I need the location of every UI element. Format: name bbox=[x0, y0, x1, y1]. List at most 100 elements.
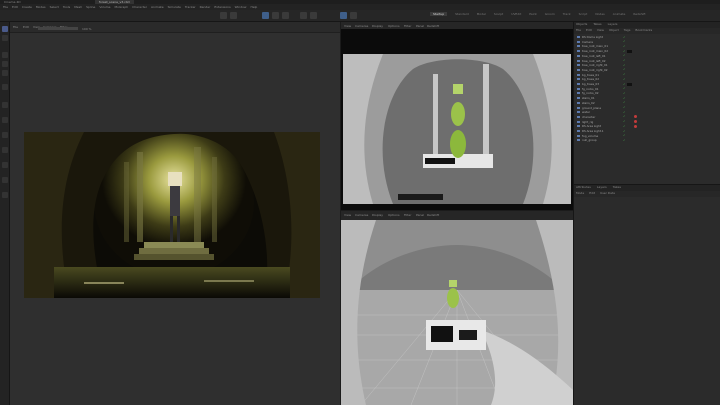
viewport-bottom[interactable]: View Cameras Display Options Filter Pane… bbox=[341, 211, 573, 405]
vp-bot-menu-cameras[interactable]: Cameras bbox=[355, 213, 368, 217]
object-row[interactable]: bg_trees_03 ✓ bbox=[576, 82, 719, 86]
menu-help[interactable]: Help bbox=[250, 5, 257, 9]
object-row[interactable]: null_group ✓ bbox=[576, 138, 719, 142]
visible-check-icon[interactable]: ✓ bbox=[623, 49, 626, 53]
rotate-icon[interactable] bbox=[282, 12, 289, 19]
visible-check-icon[interactable]: ✓ bbox=[623, 124, 626, 128]
layout-tab-model[interactable]: Model bbox=[477, 12, 486, 16]
render-menu-file[interactable]: File bbox=[13, 25, 18, 29]
menu-edit[interactable]: Edit bbox=[12, 5, 18, 9]
object-row[interactable]: tree_root_left_02 ✓ bbox=[576, 59, 719, 63]
menu-tracker[interactable]: Tracker bbox=[185, 5, 196, 9]
object-row[interactable]: Camera ✓ bbox=[576, 40, 719, 44]
texture-mode-icon[interactable] bbox=[2, 84, 8, 90]
vp-bot-menu-view[interactable]: View bbox=[344, 213, 351, 217]
visible-check-icon[interactable]: ✓ bbox=[623, 101, 626, 104]
select-icon[interactable] bbox=[2, 26, 8, 32]
visible-check-icon[interactable]: ✓ bbox=[623, 115, 626, 118]
menu-spline[interactable]: Spline bbox=[86, 5, 95, 9]
vp-top-menu-view[interactable]: View bbox=[344, 24, 351, 28]
vp-top-menu-redshift[interactable]: Redshift bbox=[427, 24, 439, 28]
menu-animate[interactable]: Animate bbox=[151, 5, 164, 9]
visible-check-icon[interactable]: ✓ bbox=[623, 106, 626, 109]
menu-select[interactable]: Select bbox=[50, 5, 59, 9]
vp-bot-menu-filter[interactable]: Filter bbox=[404, 213, 411, 217]
render-menu-edit[interactable]: Edit bbox=[23, 25, 29, 29]
undo-icon[interactable] bbox=[220, 12, 227, 19]
object-row[interactable]: stairs_01 ✓ bbox=[576, 96, 719, 100]
workplane-icon[interactable] bbox=[2, 132, 8, 138]
visible-check-icon[interactable]: ✓ bbox=[623, 96, 626, 100]
texture-tag-icon[interactable] bbox=[627, 82, 632, 86]
layout-tab-nodes[interactable]: Nodes bbox=[595, 12, 604, 16]
layout-tab-animate[interactable]: Animate bbox=[613, 12, 626, 16]
layout-tab-uvedit[interactable]: UVEdit bbox=[511, 12, 521, 16]
object-row[interactable]: fg_rocks_01 ✓ bbox=[576, 87, 719, 91]
object-row[interactable]: water ✓ bbox=[576, 110, 719, 114]
object-row[interactable]: RS Area Light ✓ bbox=[576, 124, 719, 128]
material-tag-icon[interactable] bbox=[634, 115, 637, 119]
om-menu-view[interactable]: View bbox=[597, 28, 604, 34]
visible-check-icon[interactable]: ✓ bbox=[623, 110, 626, 114]
visible-check-icon[interactable]: ✓ bbox=[623, 44, 626, 48]
object-row[interactable]: fg_rocks_02 ✓ bbox=[576, 91, 719, 95]
om-menu-object[interactable]: Object bbox=[609, 28, 619, 34]
visible-check-icon[interactable]: ✓ bbox=[623, 77, 626, 81]
am-menu-userdata[interactable]: User Data bbox=[600, 191, 615, 197]
menu-window[interactable]: Window bbox=[235, 5, 247, 9]
layout-tab-groom[interactable]: Groom bbox=[545, 12, 555, 16]
move-icon[interactable] bbox=[262, 12, 269, 19]
visible-check-icon[interactable]: ✓ bbox=[623, 68, 626, 71]
menu-character[interactable]: Character bbox=[132, 5, 147, 9]
menu-mesh[interactable]: Mesh bbox=[74, 5, 82, 9]
layout-tab-track[interactable]: Track bbox=[563, 12, 571, 16]
om-menu-tags[interactable]: Tags bbox=[624, 28, 631, 34]
points-mode-icon[interactable] bbox=[2, 52, 8, 58]
brush-icon[interactable] bbox=[2, 162, 8, 168]
visible-check-icon[interactable]: ✓ bbox=[623, 91, 626, 95]
live-select-icon[interactable] bbox=[2, 35, 8, 41]
vp-bot-menu-redshift[interactable]: Redshift bbox=[427, 213, 439, 217]
object-row[interactable]: light_rig ✓ bbox=[576, 120, 719, 124]
vp-bot-menu-panel[interactable]: Panel bbox=[416, 213, 424, 217]
object-row[interactable]: tree_root_right_02 ✓ bbox=[576, 68, 719, 72]
redo-icon[interactable] bbox=[230, 12, 237, 19]
vp-top-menu-filter[interactable]: Filter bbox=[404, 24, 411, 28]
object-row[interactable]: stairs_02 ✓ bbox=[576, 101, 719, 105]
menu-render[interactable]: Render bbox=[200, 5, 211, 9]
menu-file[interactable]: File bbox=[3, 5, 8, 9]
menu-extensions[interactable]: Extensions bbox=[214, 5, 230, 9]
render-icon[interactable] bbox=[310, 12, 317, 19]
layout-tab-sculpt[interactable]: Sculpt bbox=[494, 12, 503, 16]
layout-tab-paint[interactable]: Paint bbox=[529, 12, 536, 16]
cube-icon[interactable] bbox=[340, 12, 347, 19]
visible-check-icon[interactable]: ✓ bbox=[623, 59, 626, 62]
vp-top-menu-display[interactable]: Display bbox=[372, 24, 383, 28]
object-row[interactable]: tree_root_right_01 ✓ bbox=[576, 63, 719, 67]
vp-top-menu-panel[interactable]: Panel bbox=[416, 24, 424, 28]
menu-simulate[interactable]: Simulate bbox=[168, 5, 181, 9]
axis-icon[interactable] bbox=[2, 117, 8, 123]
object-row[interactable]: RS Area Light.1 ✓ bbox=[576, 129, 719, 133]
om-menu-file[interactable]: File bbox=[576, 28, 581, 34]
object-row[interactable]: tree_root_left_01 ✓ bbox=[576, 54, 719, 58]
layout-tab-script[interactable]: Script bbox=[579, 12, 588, 16]
layout-tab-startup[interactable]: Startup bbox=[430, 12, 448, 16]
am-menu-mode[interactable]: Mode bbox=[576, 191, 584, 197]
visible-check-icon[interactable]: ✓ bbox=[623, 54, 626, 57]
knife-icon[interactable] bbox=[2, 177, 8, 183]
om-menu-bookmarks[interactable]: Bookmarks bbox=[635, 28, 652, 34]
snap-icon[interactable] bbox=[2, 102, 8, 108]
visible-check-icon[interactable]: ✓ bbox=[623, 134, 626, 137]
edges-mode-icon[interactable] bbox=[2, 61, 8, 67]
visible-check-icon[interactable]: ✓ bbox=[623, 73, 626, 76]
object-row[interactable]: tree_root_main_01 ✓ bbox=[576, 44, 719, 48]
visible-check-icon[interactable]: ✓ bbox=[623, 63, 626, 67]
visible-check-icon[interactable]: ✓ bbox=[623, 82, 626, 86]
pen-icon[interactable] bbox=[350, 12, 357, 19]
layout-tab-redshift[interactable]: Redshift bbox=[633, 12, 645, 16]
vp-bot-menu-display[interactable]: Display bbox=[372, 213, 383, 217]
vp-top-menu-cameras[interactable]: Cameras bbox=[355, 24, 368, 28]
vp-top-menu-options[interactable]: Options bbox=[388, 24, 400, 28]
vp-bot-menu-options[interactable]: Options bbox=[388, 213, 400, 217]
